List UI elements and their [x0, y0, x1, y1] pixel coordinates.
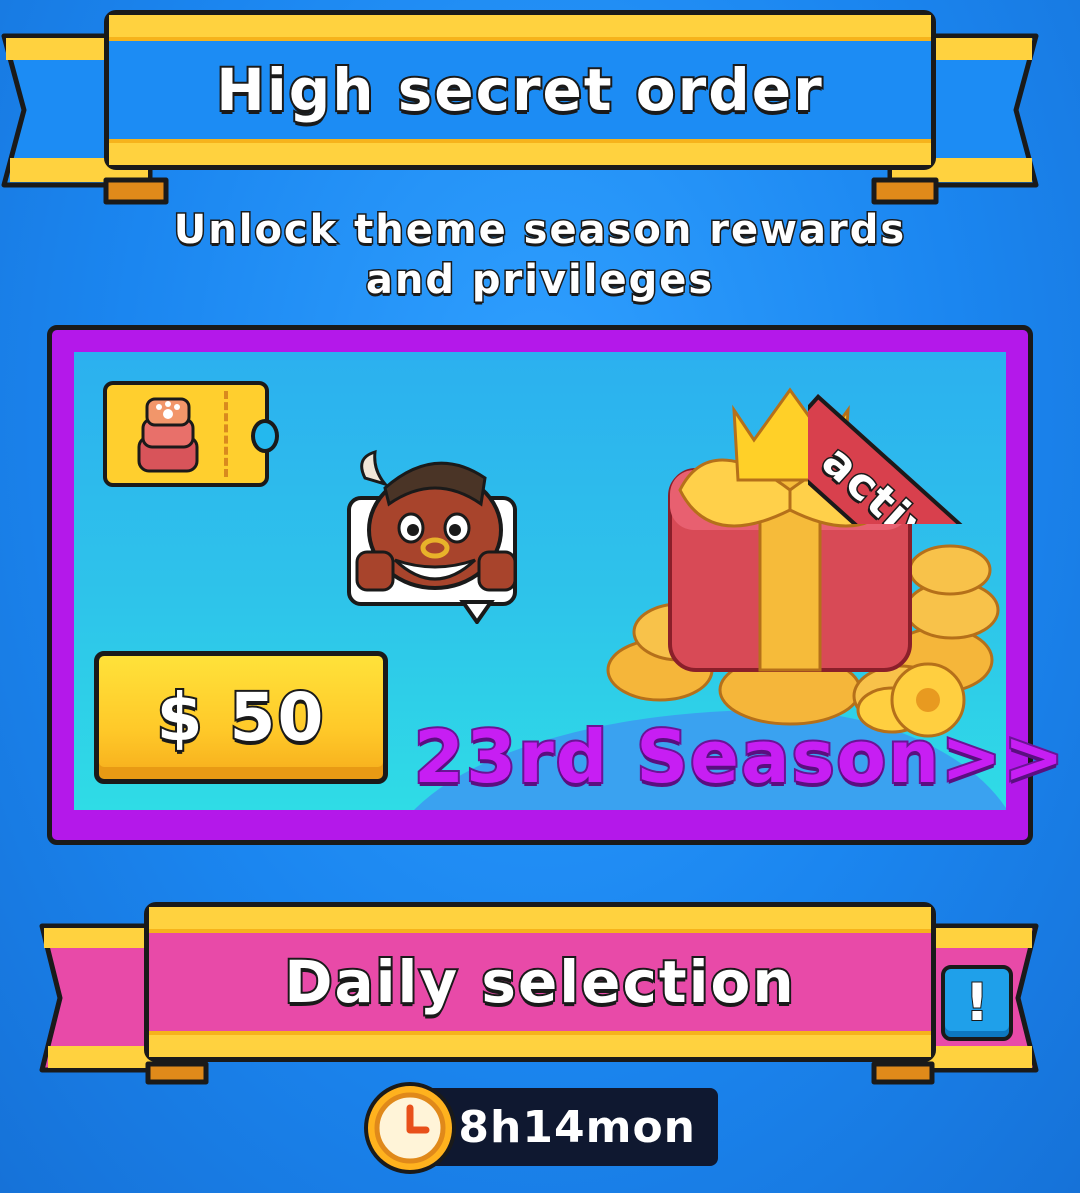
price-label: $ 50: [155, 677, 326, 758]
subtitle-line-2: and privileges: [364, 256, 715, 305]
header-ribbon: High secret order: [0, 10, 1080, 205]
active-status-sash: active: [808, 324, 1034, 524]
bull-avatar-icon: [347, 449, 517, 624]
info-glyph: !: [964, 973, 990, 1033]
season-link[interactable]: 23rd Season>>: [412, 713, 1066, 801]
clock-icon: [364, 1082, 456, 1174]
timer-value: 8h14mon: [458, 1101, 696, 1153]
daily-selection-ribbon: Daily selection: [0, 900, 1080, 1090]
daily-selection-title: Daily selection: [282, 946, 796, 1018]
refresh-timer: 8h14mon: [362, 1080, 718, 1176]
daily-ribbon-band: Daily selection: [144, 902, 936, 1062]
paw-ticket-icon: [103, 381, 279, 487]
timer-pill: 8h14mon: [418, 1088, 718, 1166]
subtitle-line-1: Unlock theme season rewards: [172, 206, 907, 255]
buy-price-button[interactable]: $ 50: [94, 651, 388, 784]
info-icon[interactable]: !: [941, 965, 1013, 1041]
page-title: High secret order: [214, 54, 824, 126]
header-ribbon-band: High secret order: [104, 10, 936, 170]
status-badge: active: [811, 434, 969, 524]
page-subtitle: Unlock theme season rewards and privileg…: [0, 205, 1080, 305]
